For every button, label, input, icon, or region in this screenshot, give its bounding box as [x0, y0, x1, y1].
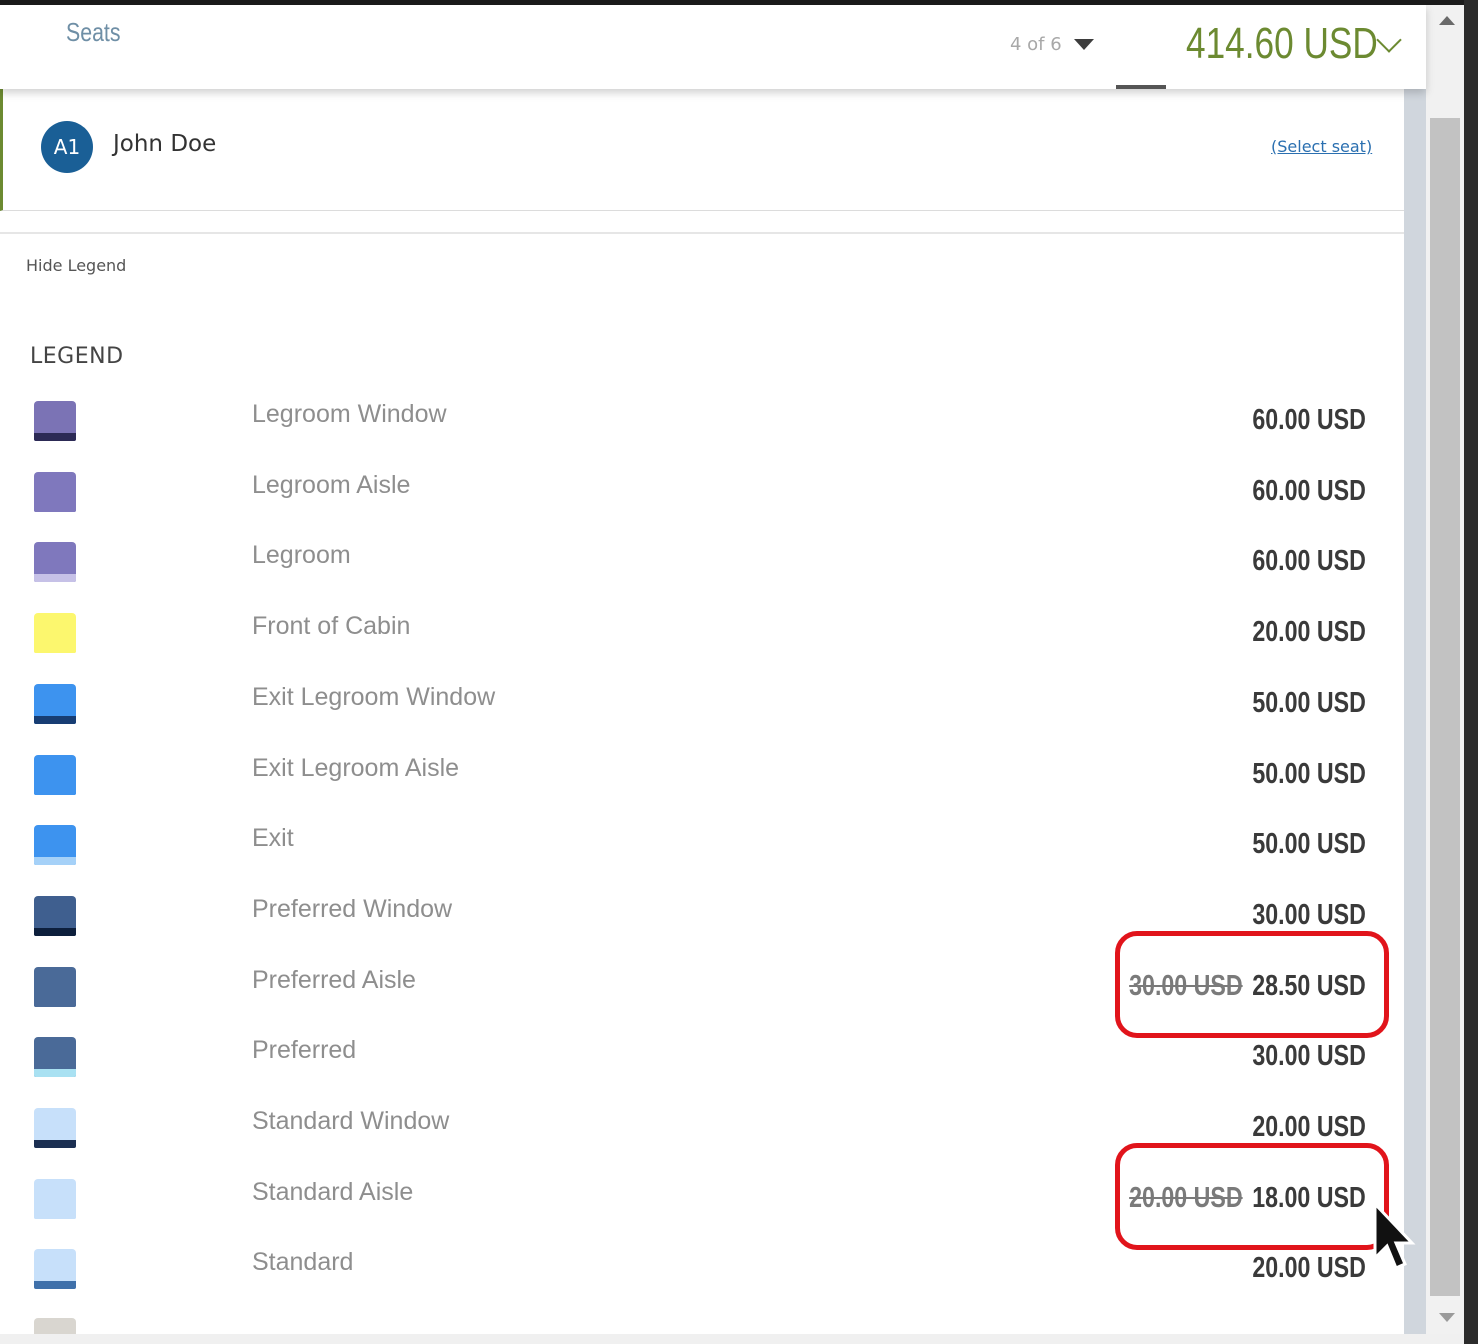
seat-swatch-stripe	[34, 1281, 76, 1290]
legend-row: Preferred 30.00 USD	[0, 1032, 1404, 1102]
legend-price: 50.00 USD	[1253, 687, 1366, 720]
legend-row: Front of Cabin 20.00 USD	[0, 608, 1404, 678]
seat-swatch-icon	[34, 1037, 76, 1078]
legend-price: 60.00 USD	[1253, 404, 1366, 437]
legend-price: 20.00 USD	[1253, 616, 1366, 649]
seat-swatch-unavailable	[34, 1318, 76, 1334]
current-price: 30.00 USD	[1252, 898, 1366, 931]
legend-price: 20.00 USD	[1253, 1111, 1366, 1144]
legend-label: Legroom	[252, 541, 351, 570]
legend-row: Exit 50.00 USD	[0, 820, 1404, 890]
seat-swatch-stripe	[34, 1069, 76, 1078]
seat-swatch-stripe	[34, 1210, 76, 1219]
current-price: 20.00 USD	[1252, 616, 1366, 649]
scroll-up-icon[interactable]	[1439, 16, 1455, 25]
seat-swatch-icon	[34, 1178, 76, 1219]
seat-swatch-icon	[34, 754, 76, 795]
hide-legend-toggle[interactable]: Hide Legend	[26, 256, 126, 275]
price-highlight-preferred-aisle	[1115, 931, 1389, 1038]
passenger-name: John Doe	[113, 131, 217, 157]
select-seat-link[interactable]: (Select seat)	[1271, 137, 1372, 156]
current-price: 20.00 USD	[1252, 1252, 1366, 1285]
seat-swatch-icon	[34, 471, 76, 512]
legend-label: Legroom Aisle	[252, 470, 411, 499]
legend-row: Exit Legroom Window 50.00 USD	[0, 679, 1404, 749]
page-scrollbar-thumb[interactable]	[1430, 118, 1460, 1296]
seats-header: Seats 4 of 6 414.60 USD	[0, 5, 1426, 89]
seat-swatch-icon	[34, 1108, 76, 1148]
total-price[interactable]: 414.60 USD	[1186, 19, 1378, 69]
legend-row: Legroom Aisle 60.00 USD	[0, 467, 1404, 537]
seat-swatch-icon	[34, 825, 76, 866]
legend-label: Standard	[252, 1248, 354, 1277]
legend-label: Standard Aisle	[252, 1177, 414, 1206]
scroll-down-icon[interactable]	[1439, 1313, 1455, 1322]
seat-swatch-icon	[34, 401, 76, 441]
seat-swatch-stripe	[34, 503, 76, 512]
seat-swatch-stripe	[34, 715, 76, 724]
seat-swatch-stripe	[34, 645, 76, 654]
current-price: 30.00 USD	[1252, 1040, 1366, 1073]
legend-row: Legroom Window 60.00 USD	[0, 396, 1404, 466]
legend-row: Exit Legroom Aisle 50.00 USD	[0, 750, 1404, 820]
seat-swatch-icon	[34, 895, 76, 936]
legend-price: 20.00 USD	[1253, 1252, 1366, 1285]
current-price: 60.00 USD	[1252, 474, 1366, 507]
legend-label: Preferred	[252, 1036, 357, 1065]
passenger-badge: A1	[41, 121, 93, 173]
seat-swatch-icon	[34, 1249, 76, 1290]
legend-price: 50.00 USD	[1253, 758, 1366, 791]
current-price: 50.00 USD	[1252, 757, 1366, 790]
seat-swatch-stripe	[34, 857, 76, 866]
legend-title: LEGEND	[30, 344, 124, 369]
legend-label: Front of Cabin	[252, 612, 411, 641]
legend-row: Standard 20.00 USD	[0, 1244, 1404, 1314]
legend-label: Preferred Window	[252, 894, 453, 923]
seat-swatch-icon	[34, 966, 76, 1007]
panel-scrollbar-track[interactable]	[1404, 89, 1426, 1334]
caret-down-icon[interactable]	[1074, 39, 1094, 50]
current-price: 50.00 USD	[1252, 686, 1366, 719]
active-indicator	[1116, 85, 1166, 89]
legend-price: 30.00 USD	[1253, 899, 1366, 932]
current-price: 60.00 USD	[1252, 545, 1366, 578]
window-bottom-edge	[0, 1334, 1478, 1344]
passenger-count[interactable]: 4 of 6	[1010, 34, 1062, 55]
seat-swatch-icon	[34, 683, 76, 724]
legend-label: Exit Legroom Aisle	[252, 753, 460, 782]
chevron-down-icon[interactable]	[1376, 27, 1402, 53]
legend-label: Legroom Window	[252, 400, 447, 428]
window-right-edge	[1464, 0, 1478, 1344]
legend-price: 50.00 USD	[1253, 828, 1366, 861]
legend-price: 60.00 USD	[1253, 545, 1366, 578]
seat-swatch-stripe	[34, 433, 76, 441]
seat-swatch-stripe	[34, 786, 76, 795]
legend-label: Standard Window	[252, 1107, 450, 1135]
seat-swatch-icon	[34, 613, 76, 654]
legend-label: Preferred Aisle	[252, 965, 416, 994]
seat-swatch-stripe	[34, 574, 76, 583]
price-highlight-standard-aisle	[1115, 1143, 1389, 1250]
seat-swatch-icon	[34, 542, 76, 583]
current-price: 20.00 USD	[1252, 1111, 1366, 1143]
legend-label: Exit	[252, 824, 294, 853]
legend-price: 60.00 USD	[1253, 475, 1366, 508]
passenger-row[interactable]: A1 John Doe (Select seat)	[0, 89, 1404, 211]
seat-swatch-stripe	[34, 1140, 76, 1148]
seat-swatch-stripe	[34, 998, 76, 1007]
legend-price: 30.00 USD	[1253, 1040, 1366, 1073]
current-price: 50.00 USD	[1252, 828, 1366, 861]
header-title: Seats	[66, 17, 121, 47]
divider	[0, 232, 1404, 234]
seat-swatch-stripe	[34, 927, 76, 936]
legend-label: Exit Legroom Window	[252, 682, 496, 711]
current-price: 60.00 USD	[1252, 404, 1366, 436]
mouse-pointer-icon	[1373, 1202, 1416, 1270]
legend-row: Legroom 60.00 USD	[0, 537, 1404, 607]
